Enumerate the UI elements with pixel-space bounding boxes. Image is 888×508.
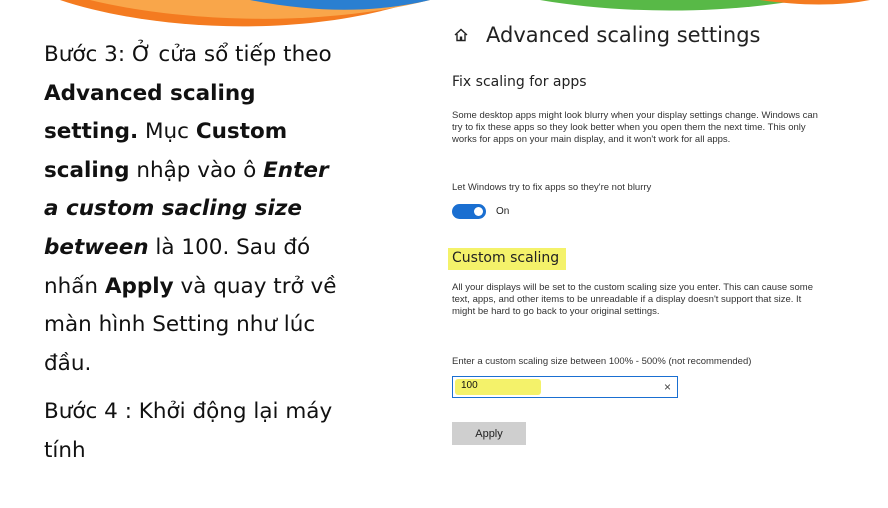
settings-panel: Advanced scaling settings Fix scaling fo… xyxy=(430,12,888,508)
step4-paragraph: Bước 4 : Khởi động lại máy tính xyxy=(44,399,333,463)
fix-scaling-description: Some desktop apps might look blurry when… xyxy=(452,110,818,145)
home-icon[interactable] xyxy=(450,24,472,46)
apply-button[interactable]: Apply xyxy=(452,422,526,445)
input-value: 100 xyxy=(461,380,478,391)
step3-mid2: nhập vào ô xyxy=(129,157,264,183)
step3-paragraph: Bước 3: Ở cửa sổ tiếp theo Advanced scal… xyxy=(44,36,344,383)
custom-size-label: Enter a custom scaling size between 100%… xyxy=(452,356,752,367)
custom-scaling-title: Custom scaling xyxy=(452,250,560,266)
toggle-caption: Let Windows try to fix apps so they're n… xyxy=(452,182,652,193)
fix-apps-toggle-row: On xyxy=(452,204,509,219)
step3-mid1: Mục xyxy=(138,119,196,145)
slide-instructions: Bước 3: Ở cửa sổ tiếp theo Advanced scal… xyxy=(44,36,344,471)
settings-header: Advanced scaling settings xyxy=(450,20,761,50)
clear-icon[interactable]: × xyxy=(664,380,671,394)
fix-scaling-title: Fix scaling for apps xyxy=(452,74,587,90)
toggle-state-label: On xyxy=(496,206,510,217)
fix-apps-toggle[interactable] xyxy=(452,204,486,219)
custom-scaling-input[interactable]: 100 × xyxy=(452,376,678,398)
custom-scaling-description: All your displays will be set to the cus… xyxy=(452,282,813,317)
step3-prefix: Bước 3: Ở cửa sổ tiếp theo xyxy=(44,42,332,67)
step3-button-name: Apply xyxy=(104,273,174,299)
page-title: Advanced scaling settings xyxy=(486,23,761,47)
toggle-knob xyxy=(474,207,483,216)
